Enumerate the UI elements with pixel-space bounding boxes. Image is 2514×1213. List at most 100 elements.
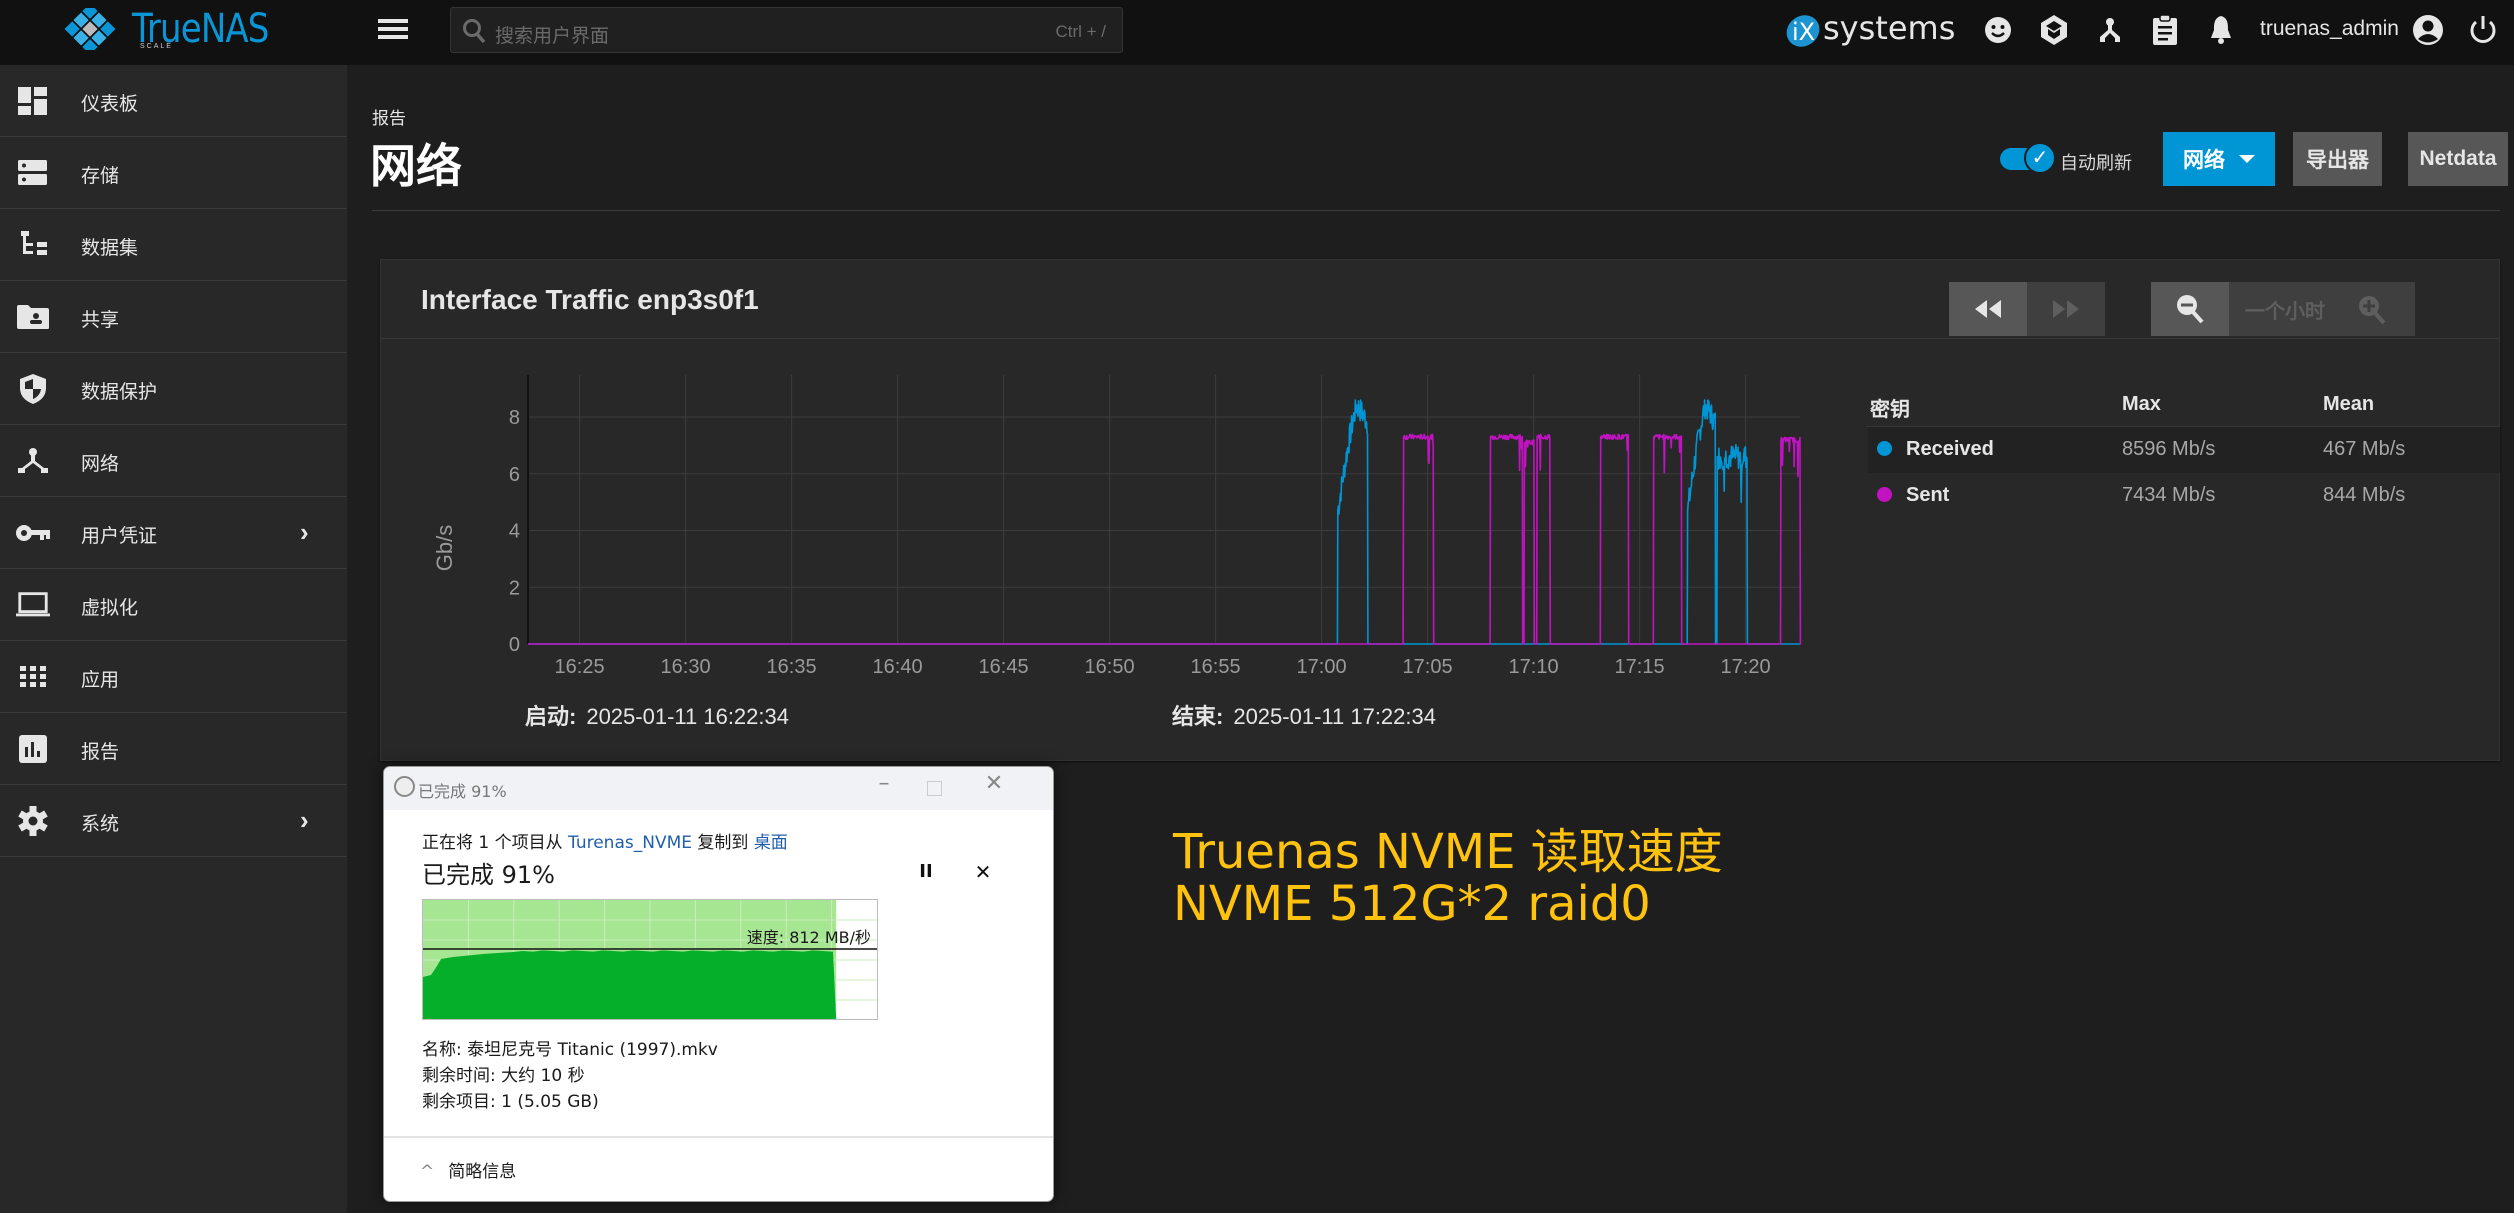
notifications-button[interactable] (2205, 14, 2237, 46)
zoom-out-button[interactable] (2151, 282, 2229, 336)
close-window-button[interactable]: ✕ (974, 771, 1014, 805)
header-divider (372, 210, 2500, 211)
breadcrumb[interactable]: 报告 (372, 104, 406, 129)
x-tick-label: 16:45 (979, 656, 1029, 678)
card-title: Interface Traffic enp3s0f1 (421, 284, 759, 315)
legend-row-sent[interactable]: Sent 7434 Mb/s 844 Mb/s (1868, 473, 2500, 519)
sidebar-item-storage[interactable]: 存储 (0, 137, 347, 209)
caret-down-icon (2239, 155, 2255, 163)
zoom-in-icon[interactable] (2357, 294, 2387, 326)
zoom-out-icon (2177, 295, 2204, 324)
sidebar-item-label: 系统 (81, 814, 120, 835)
menu-toggle-button[interactable] (378, 19, 408, 43)
feedback-button[interactable] (1982, 14, 2014, 46)
file-copy-dialog: 已完成 91% – ✕ 正在将 1 个项目从 Turenas_NVME 复制到 … (383, 766, 1054, 1202)
cancel-copy-button[interactable]: ✕ (968, 857, 998, 887)
chevron-right-icon: › (300, 805, 309, 835)
legend-key-header: 密钥 (1870, 399, 1910, 421)
report-type-select[interactable]: 网络 (2163, 132, 2275, 186)
truecommand-button[interactable] (2038, 14, 2070, 46)
legend-max-header: Max (2122, 393, 2161, 415)
account-circle-icon (2413, 15, 2443, 45)
power-button[interactable] (2467, 14, 2499, 46)
items-remaining: 剩余项目: 1 (5.05 GB) (422, 1092, 599, 1112)
bell-icon (2211, 16, 2231, 44)
ixsystems-logo[interactable]: iX (1783, 10, 1823, 50)
y-axis-label: Gb/s (432, 525, 457, 571)
minimize-button[interactable]: – (864, 771, 904, 805)
exporters-button[interactable]: 导出器 (2293, 132, 2382, 186)
dialog-title-bar[interactable]: 已完成 91% – ✕ (384, 767, 1053, 810)
file-name: 名称: 泰坦尼克号 Titanic (1997).mkv (422, 1040, 718, 1060)
sidebar-item-system[interactable]: 系统 › (0, 785, 347, 857)
sidebar-item-label: 仪表板 (81, 94, 139, 115)
copy-summary-prefix: 正在将 1 个项目从 (422, 833, 569, 853)
chevron-up-icon: ^ (420, 1162, 435, 1182)
fast-forward-icon (2053, 300, 2079, 318)
speed-text: 速度: 812 MB/秒 (746, 928, 871, 947)
copy-summary: 正在将 1 个项目从 Turenas_NVME 复制到 桌面 (422, 828, 788, 853)
legend-mean-value: 467 Mb/s (2323, 438, 2406, 460)
legend-series-name: Sent (1906, 484, 1950, 506)
speed-area (423, 950, 837, 1019)
end-time-label: 结束: (1172, 704, 1224, 729)
maximize-icon (926, 781, 942, 796)
x-tick-label: 16:55 (1191, 656, 1241, 678)
sidebar-item-reports[interactable]: 报告 (0, 713, 347, 785)
sidebar-item-label: 应用 (81, 670, 120, 691)
network-icon (16, 445, 50, 477)
ixsystems-logo-icon: iX (1786, 15, 1820, 47)
account-button[interactable] (2412, 14, 2444, 46)
destination-link[interactable]: 桌面 (754, 833, 788, 853)
brand-edition: SCALE (140, 43, 173, 50)
laptop-icon (16, 589, 50, 621)
key-icon (16, 517, 50, 549)
end-time-value: 2025-01-11 17:22:34 (1233, 704, 1436, 729)
fewer-details-toggle[interactable]: ^ 简略信息 (420, 1157, 516, 1182)
jobs-button[interactable] (2149, 14, 2181, 46)
sidebar-item-virtualization[interactable]: 虚拟化 (0, 569, 347, 641)
y-tick-label: 0 (509, 634, 520, 656)
x-tick-label: 16:35 (767, 656, 817, 678)
shield-icon (16, 373, 50, 405)
sidebar-item-credentials[interactable]: 用户凭证 › (0, 497, 347, 569)
time-remaining: 剩余时间: 大约 10 秒 (422, 1066, 585, 1086)
progress-text: 已完成 91% (422, 861, 555, 889)
report-type-label: 网络 (2183, 149, 2225, 172)
legend-swatch (1877, 487, 1892, 502)
storage-icon (16, 157, 50, 189)
sidebar: 仪表板 存储 数据集 共享 数据保护 网络 用户凭证 › 虚拟化 应用 报告 系… (0, 65, 347, 1213)
legend-max-value: 8596 Mb/s (2122, 438, 2216, 460)
reports-chart-icon (16, 733, 50, 765)
sidebar-item-apps[interactable]: 应用 (0, 641, 347, 713)
sidebar-item-network[interactable]: 网络 (0, 425, 347, 497)
sidebar-item-label: 用户凭证 (81, 526, 158, 547)
maximize-button[interactable] (914, 771, 954, 805)
y-tick-label: 2 (509, 577, 520, 599)
sidebar-item-shares[interactable]: 共享 (0, 281, 347, 353)
x-tick-label: 16:30 (661, 656, 711, 678)
auto-refresh-toggle[interactable]: ✓ (2000, 142, 2056, 174)
sidebar-item-data-protection[interactable]: 数据保护 (0, 353, 347, 425)
network-status-icon (2100, 18, 2120, 42)
step-forward-button[interactable] (2027, 282, 2105, 336)
auto-refresh-label: 自动刷新 (2060, 153, 2132, 173)
x-tick-label: 16:40 (873, 656, 923, 678)
legend-row-received[interactable]: Received 8596 Mb/s 467 Mb/s (1868, 427, 2500, 473)
sidebar-item-label: 网络 (81, 454, 120, 475)
sidebar-item-label: 存储 (81, 166, 120, 187)
username: truenas_admin (2260, 17, 2399, 40)
search-input[interactable]: 搜索用户界面 Ctrl + / (450, 7, 1123, 53)
sidebar-item-datasets[interactable]: 数据集 (0, 209, 347, 281)
pause-button[interactable]: II (911, 857, 941, 887)
x-tick-label: 17:20 (1721, 656, 1771, 678)
hamburger-icon-bar (378, 27, 408, 31)
annotation-line-1: Truenas NVME 读取速度 (1173, 824, 1723, 880)
step-back-button[interactable] (1949, 282, 2027, 336)
clock-icon (394, 776, 415, 797)
chevron-right-icon: › (300, 517, 309, 547)
netdata-button[interactable]: Netdata (2408, 132, 2508, 186)
directory-services-button[interactable] (2094, 14, 2126, 46)
sidebar-item-dashboard[interactable]: 仪表板 (0, 65, 347, 137)
source-link[interactable]: Turenas_NVME (568, 833, 692, 853)
